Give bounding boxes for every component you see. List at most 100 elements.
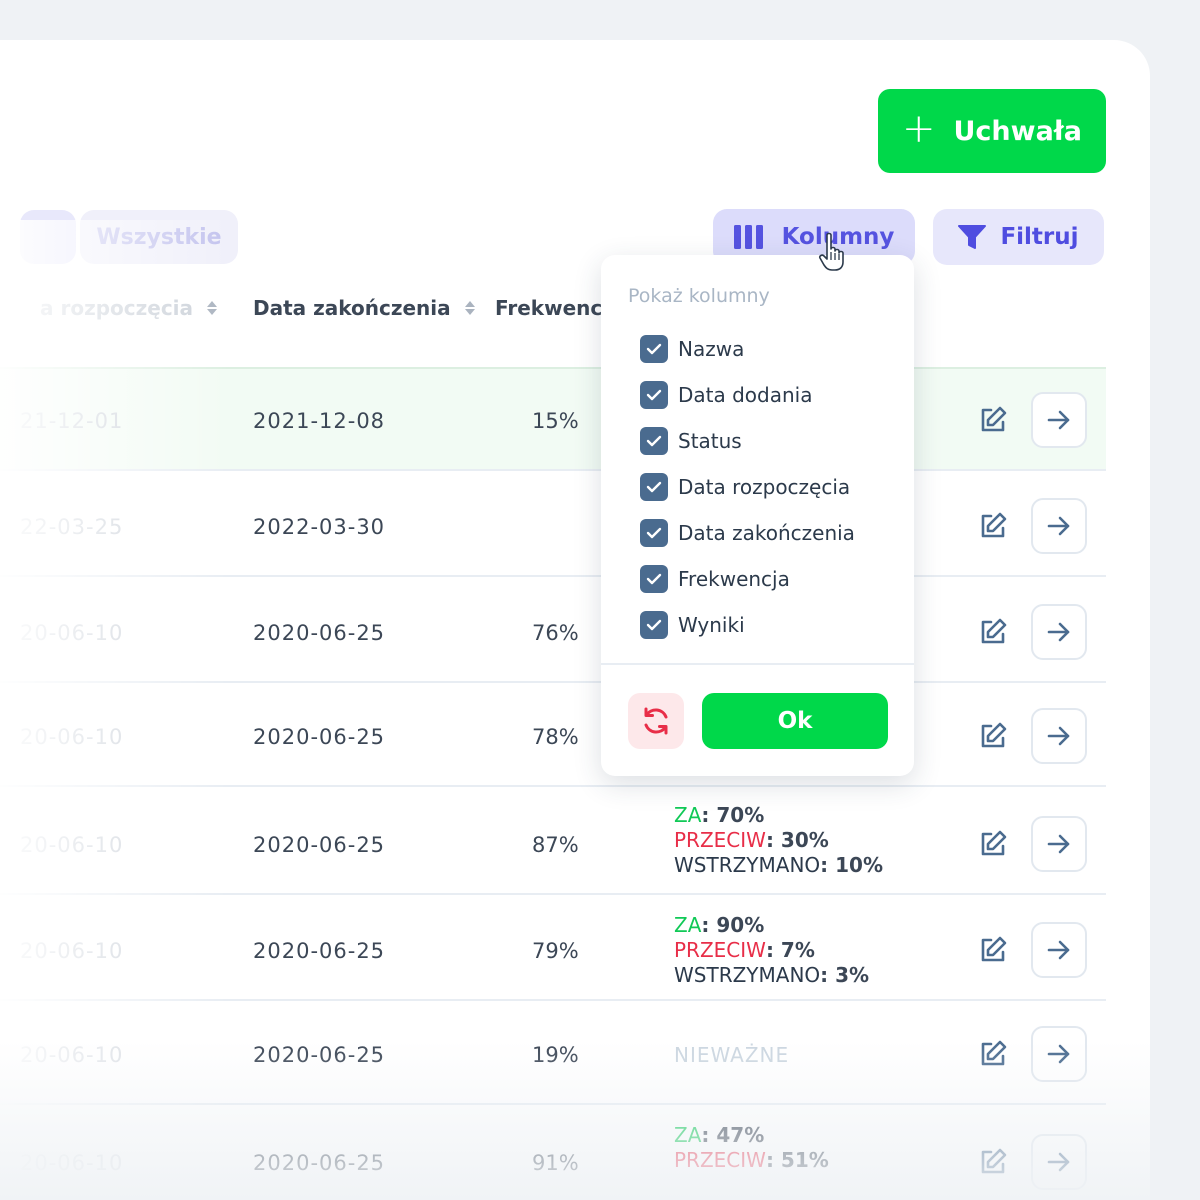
checkbox[interactable] bbox=[640, 473, 668, 501]
check-icon bbox=[646, 573, 662, 585]
header-start-date[interactable]: a rozpoczęcia bbox=[40, 296, 218, 320]
results-cell: NIEWAŻNE bbox=[674, 1043, 789, 1068]
arrow-right-icon bbox=[1047, 622, 1070, 642]
checkbox[interactable] bbox=[640, 381, 668, 409]
end-date-cell: 2020-06-25 bbox=[253, 621, 386, 645]
check-icon bbox=[646, 435, 662, 447]
column-option[interactable]: Data zakończenia bbox=[640, 519, 855, 547]
check-icon bbox=[646, 527, 662, 539]
open-details-button[interactable] bbox=[1031, 922, 1087, 978]
column-option-label: Frekwencja bbox=[678, 567, 790, 591]
columns-dropdown-title: Pokaż kolumny bbox=[628, 285, 770, 307]
end-date-cell: 2020-06-25 bbox=[253, 1043, 386, 1067]
column-option[interactable]: Data rozpoczęcia bbox=[640, 473, 850, 501]
frequency-cell: 15% bbox=[532, 409, 579, 433]
column-option[interactable]: Status bbox=[640, 427, 742, 455]
results-cell: ZA: 90% PRZECIW: 7% WSTRZYMANO: 3% bbox=[674, 913, 869, 988]
column-option-label: Wyniki bbox=[678, 613, 745, 637]
open-details-button[interactable] bbox=[1031, 708, 1087, 764]
start-date-cell: 22-03-25 bbox=[20, 515, 124, 539]
start-date-cell: 20-06-10 bbox=[20, 833, 124, 857]
checkbox[interactable] bbox=[640, 565, 668, 593]
edit-icon[interactable] bbox=[978, 617, 1008, 647]
filter-button[interactable]: Filtruj bbox=[933, 209, 1104, 265]
tab-all[interactable]: Wszystkie bbox=[80, 210, 238, 264]
frequency-cell: 87% bbox=[532, 833, 579, 857]
checkbox[interactable] bbox=[640, 519, 668, 547]
reset-columns-button[interactable] bbox=[628, 693, 684, 749]
column-option-label: Nazwa bbox=[678, 337, 745, 361]
open-details-button[interactable] bbox=[1031, 604, 1087, 660]
frequency-cell: 76% bbox=[532, 621, 579, 645]
header-start-label: a rozpoczęcia bbox=[40, 296, 194, 320]
start-date-cell: 20-06-10 bbox=[20, 1043, 124, 1067]
edit-icon[interactable] bbox=[978, 405, 1008, 435]
result-against: PRZECIW: 7% bbox=[674, 938, 815, 962]
checkbox[interactable] bbox=[640, 335, 668, 363]
result-against: PRZECIW: 30% bbox=[674, 828, 829, 852]
sort-icon bbox=[464, 301, 475, 315]
open-details-button[interactable] bbox=[1031, 498, 1087, 554]
open-details-button[interactable] bbox=[1031, 392, 1087, 448]
frequency-cell: 79% bbox=[532, 939, 579, 963]
result-against: PRZECIW: 51% bbox=[674, 1148, 829, 1172]
column-option[interactable]: Frekwencja bbox=[640, 565, 790, 593]
column-option-label: Data zakończenia bbox=[678, 521, 855, 545]
end-date-cell: 2020-06-25 bbox=[253, 833, 386, 857]
table-row[interactable]: 20-06-10 2020-06-25 91% ZA: 47% PRZECIW:… bbox=[0, 1103, 1106, 1200]
table-row[interactable]: 20-06-10 2020-06-25 79% ZA: 90% PRZECIW:… bbox=[0, 893, 1106, 1001]
tab-previous[interactable] bbox=[20, 210, 76, 264]
result-for: ZA: 70% bbox=[674, 803, 765, 827]
edit-icon[interactable] bbox=[978, 1147, 1008, 1177]
sort-icon bbox=[207, 301, 218, 315]
edit-icon[interactable] bbox=[978, 935, 1008, 965]
start-date-cell: 20-06-10 bbox=[20, 1151, 124, 1175]
columns-icon bbox=[733, 225, 763, 249]
column-option[interactable]: Wyniki bbox=[640, 611, 745, 639]
filter-icon bbox=[958, 225, 987, 249]
edit-icon[interactable] bbox=[978, 829, 1008, 859]
table-row[interactable]: 21-12-01 2021-12-08 15% bbox=[0, 367, 1106, 471]
edit-icon[interactable] bbox=[978, 1039, 1008, 1069]
ok-button[interactable]: Ok bbox=[702, 693, 888, 749]
arrow-right-icon bbox=[1047, 834, 1070, 854]
check-icon bbox=[646, 389, 662, 401]
arrow-right-icon bbox=[1047, 1152, 1070, 1172]
start-date-cell: 21-12-01 bbox=[20, 409, 124, 433]
results-cell: ZA: 47% PRZECIW: 51% bbox=[674, 1123, 829, 1173]
edit-icon[interactable] bbox=[978, 511, 1008, 541]
checkbox[interactable] bbox=[640, 611, 668, 639]
open-details-button[interactable] bbox=[1031, 816, 1087, 872]
frequency-cell: 19% bbox=[532, 1043, 579, 1067]
frequency-cell: 91% bbox=[532, 1151, 579, 1175]
columns-dropdown: Pokaż kolumny Nazwa Data dodania Status Dat… bbox=[601, 255, 914, 776]
header-end-label: Data zakończenia bbox=[253, 296, 451, 320]
divider bbox=[601, 663, 914, 665]
plus-icon: + bbox=[901, 106, 936, 152]
end-date-cell: 2021-12-08 bbox=[253, 409, 386, 433]
open-details-button[interactable] bbox=[1031, 1026, 1087, 1082]
result-for: ZA: 90% bbox=[674, 913, 765, 937]
table-row[interactable]: 20-06-10 2020-06-25 19% NIEWAŻNE bbox=[0, 999, 1106, 1105]
end-date-cell: 2020-06-25 bbox=[253, 939, 386, 963]
arrow-right-icon bbox=[1047, 940, 1070, 960]
check-icon bbox=[646, 481, 662, 493]
frequency-cell: 78% bbox=[532, 725, 579, 749]
header-end-date[interactable]: Data zakończenia bbox=[253, 296, 475, 320]
column-option[interactable]: Data dodania bbox=[640, 381, 812, 409]
checkbox[interactable] bbox=[640, 427, 668, 455]
column-option-label: Status bbox=[678, 429, 742, 453]
edit-icon[interactable] bbox=[978, 721, 1008, 751]
column-option[interactable]: Nazwa bbox=[640, 335, 744, 363]
pointer-cursor-icon bbox=[819, 232, 844, 271]
main-card: ły + Uchwała Wszystkie Kolumny Filtruj a… bbox=[0, 40, 1150, 1200]
start-date-cell: 20-06-10 bbox=[20, 621, 124, 645]
table-row[interactable]: 20-06-10 2020-06-25 76% bbox=[0, 575, 1106, 683]
table-row[interactable]: 22-03-25 2022-03-30 bbox=[0, 469, 1106, 577]
table-row[interactable]: 20-06-10 2020-06-25 87% ZA: 70% PRZECIW:… bbox=[0, 785, 1106, 895]
start-date-cell: 20-06-10 bbox=[20, 939, 124, 963]
open-details-button[interactable] bbox=[1031, 1134, 1087, 1190]
table-row[interactable]: 20-06-10 2020-06-25 78% bbox=[0, 681, 1106, 787]
arrow-right-icon bbox=[1047, 516, 1070, 536]
add-resolution-button[interactable]: + Uchwała bbox=[878, 89, 1106, 173]
